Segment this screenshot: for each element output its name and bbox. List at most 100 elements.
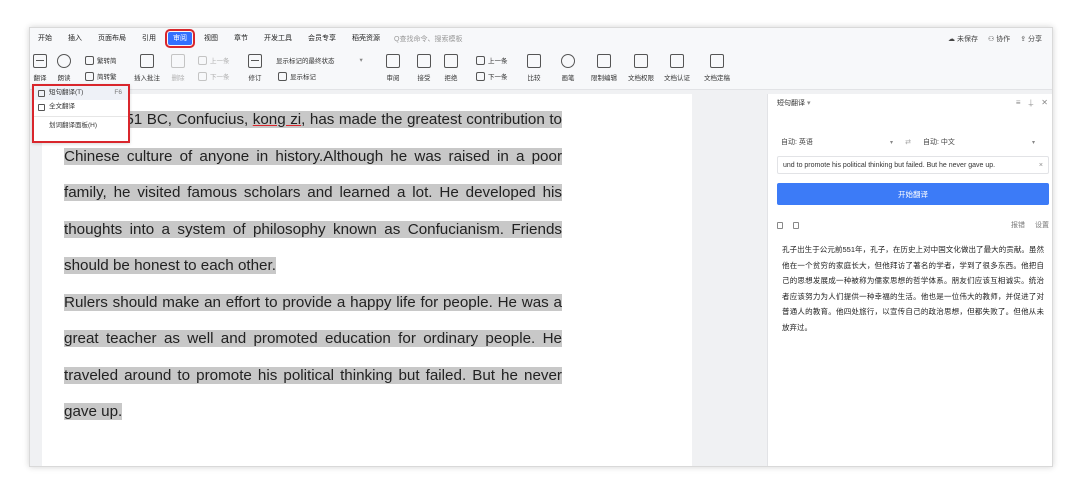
restrict-editing-button[interactable]: 限制编辑 (591, 54, 617, 82)
insert-comment-label: 插入批注 (134, 75, 160, 82)
next-comment-icon (198, 71, 207, 81)
accept-label: 接受 (417, 75, 431, 82)
next-change-button[interactable]: 下一条 (476, 71, 508, 81)
translation-result: 孔子出生于公元前551年，孔子，在历史上对中国文化做出了最大的贡献。虽然他在一个… (782, 245, 1044, 332)
show-markup-button[interactable]: 显示标记 (278, 71, 316, 81)
settings-link[interactable]: 设置 (1035, 220, 1049, 230)
unsaved-status[interactable]: ☁ 未保存 (948, 34, 978, 44)
document-finalize-button[interactable]: 文档定稿 (704, 54, 730, 82)
short-translate-label: 短句翻译(T) (49, 89, 84, 96)
clear-icon[interactable]: × (1036, 162, 1043, 169)
show-markup-label: 显示标记 (290, 74, 316, 81)
track-changes-label: 修订 (248, 75, 262, 82)
translate-small-icon (38, 89, 45, 97)
swap-languages-icon[interactable]: ⇄ (897, 138, 919, 146)
reject-button[interactable]: 拒绝 (444, 54, 458, 82)
trad-to-simp-button[interactable]: 繁转简 (85, 55, 117, 65)
paragraph-1: Born in 551 BC, Confucius, kong zi, has … (64, 102, 562, 285)
short-sentence-translate-item[interactable]: 短句翻译(T) F6 (34, 86, 128, 100)
app-window: 开始 插入 页面布局 引用 审阅 视图 章节 开发工具 会员专享 稻壳资源 Q查… (29, 27, 1053, 467)
tab-references[interactable]: 引用 (134, 28, 164, 50)
menu-bar: 开始 插入 页面布局 引用 审阅 视图 章节 开发工具 会员专享 稻壳资源 Q查… (30, 28, 1052, 50)
ink-button[interactable]: 画笔 (561, 54, 575, 82)
tab-member[interactable]: 会员专享 (300, 28, 344, 50)
restrict-editing-label: 限制编辑 (591, 75, 617, 82)
accept-button[interactable]: 接受 (417, 54, 431, 82)
translate-icon (33, 54, 47, 68)
document-body[interactable]: Born in 551 BC, Confucius, kong zi, has … (64, 102, 562, 431)
vertical-scrollbar[interactable] (758, 94, 766, 466)
tab-developer[interactable]: 开发工具 (256, 28, 300, 50)
translation-panel: 短句翻译 ▾ ≡ ⍊ ✕ 自动: 英语 ▾ ⇄ 自动: 中文 ▾ und to p… (767, 94, 1052, 466)
command-search[interactable]: Q查找命令、搜索模板 (394, 34, 462, 44)
reject-label: 拒绝 (444, 75, 458, 82)
tab-page-layout[interactable]: 页面布局 (90, 28, 134, 50)
menu-icon[interactable]: ≡ (1016, 98, 1021, 108)
copy-icon[interactable] (777, 221, 783, 229)
insert-comment-button[interactable]: 插入批注 (134, 54, 160, 82)
document-permission-button[interactable]: 文档权限 (628, 54, 654, 82)
menu-divider (34, 116, 128, 117)
report-error-link[interactable]: 报错 (1011, 220, 1025, 230)
prev-comment-button[interactable]: 上一条 (198, 55, 230, 65)
prev-change-button[interactable]: 上一条 (476, 55, 508, 65)
reject-icon (444, 54, 458, 68)
tab-docer-resources[interactable]: 稻壳资源 (344, 28, 388, 50)
word-translate-label: 划词翻译面板(H) (49, 122, 98, 129)
tab-view[interactable]: 视图 (196, 28, 226, 50)
trad-to-simp-label: 繁转简 (97, 58, 117, 65)
compare-label: 比较 (527, 75, 541, 82)
pin-icon[interactable]: ⍊ (1028, 98, 1033, 108)
result-toolbar: 报错 设置 (777, 218, 1049, 232)
start-translate-button[interactable]: 开始翻译 (777, 183, 1049, 205)
speaker-icon (57, 54, 71, 68)
document-auth-label: 文档认证 (664, 75, 690, 82)
language-row: 自动: 英语 ▾ ⇄ 自动: 中文 ▾ (777, 134, 1047, 150)
next-comment-button[interactable]: 下一条 (198, 71, 230, 81)
accept-icon (417, 54, 431, 68)
target-language-select[interactable]: 自动: 中文 ▾ (919, 134, 1039, 150)
tab-review-label: 审阅 (165, 29, 195, 48)
copy-result-icon[interactable] (793, 221, 799, 229)
read-aloud-button[interactable]: 朗读 (57, 54, 71, 82)
track-changes-icon (248, 54, 262, 68)
document-page[interactable]: Born in 551 BC, Confucius, kong zi, has … (42, 94, 692, 466)
share-button[interactable]: ⇪ 分享 (1020, 34, 1042, 44)
compare-button[interactable]: 比较 (527, 54, 541, 82)
markup-display-select[interactable]: 显示标记的最终状态 ▾ (276, 55, 363, 65)
reviewing-pane-icon (386, 54, 400, 68)
delete-comment-button[interactable]: 删除 (171, 54, 185, 82)
source-text-input[interactable]: und to promote his political thinking bu… (777, 156, 1049, 174)
spelling-flag: kong zi (252, 111, 302, 128)
compare-icon (527, 54, 541, 68)
tab-home[interactable]: 开始 (30, 28, 60, 50)
delete-label: 删除 (171, 75, 185, 82)
finalize-icon (710, 54, 724, 68)
full-text-translate-item[interactable]: 全文翻译 (34, 100, 128, 114)
tab-review[interactable]: 审阅 (164, 28, 196, 50)
collaborate-button[interactable]: ⚇ 协作 (988, 34, 1010, 44)
paragraph-2: Rulers should make an effort to provide … (64, 285, 562, 431)
close-icon[interactable]: ✕ (1041, 98, 1048, 108)
collaborate-label: 协作 (996, 36, 1011, 43)
translate-button[interactable]: 翻译 (33, 54, 47, 82)
full-translate-label: 全文翻译 (49, 103, 75, 110)
prev-comment-label: 上一条 (210, 58, 230, 65)
tab-sections[interactable]: 章节 (226, 28, 256, 50)
ink-label: 画笔 (561, 75, 575, 82)
document-auth-button[interactable]: 文档认证 (664, 54, 690, 82)
source-language-select[interactable]: 自动: 英语 ▾ (777, 134, 897, 150)
tab-insert[interactable]: 插入 (60, 28, 90, 50)
reviewing-pane-button[interactable]: 审阅 (386, 54, 400, 82)
prev-change-icon (476, 55, 485, 65)
word-translate-panel-item[interactable]: 划词翻译面板(H) (34, 119, 128, 133)
document-finalize-label: 文档定稿 (704, 75, 730, 82)
panel-title[interactable]: 短句翻译 (777, 98, 805, 108)
next-comment-label: 下一条 (210, 74, 230, 81)
simp-to-trad-button[interactable]: 简转繁 (85, 71, 117, 81)
track-changes-button[interactable]: 修订 (248, 54, 262, 82)
source-text-value: und to promote his political thinking bu… (783, 161, 996, 169)
next-change-label: 下一条 (488, 74, 508, 81)
prev-change-label: 上一条 (488, 58, 508, 65)
delete-comment-icon (171, 54, 185, 68)
